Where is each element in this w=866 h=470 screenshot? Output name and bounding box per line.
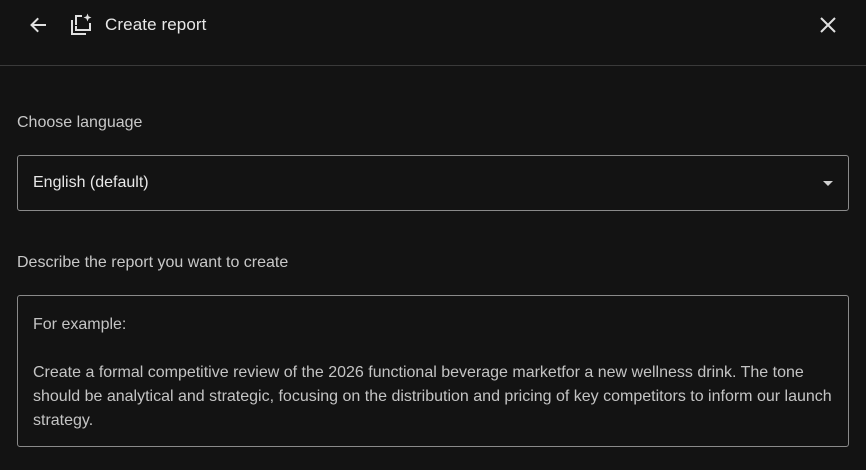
dialog-header: Create report	[0, 0, 866, 66]
create-report-dialog: Create report Choose language English (d…	[0, 0, 866, 470]
language-select[interactable]: English (default)	[17, 155, 849, 211]
language-label: Choose language	[17, 114, 143, 131]
note-stack-add-icon	[68, 12, 94, 38]
dialog-title: Create report	[105, 15, 207, 34]
placeholder-intro: For example:	[33, 316, 127, 333]
description-label: Describe the report you want to create	[17, 254, 289, 271]
report-description-input[interactable]: For example: Create a formal competitive…	[17, 295, 849, 447]
placeholder-example: Create a formal competitive review of th…	[33, 364, 832, 429]
back-button[interactable]	[24, 11, 52, 39]
language-selected-value: English (default)	[33, 174, 149, 191]
description-placeholder: For example: Create a formal competitive…	[33, 313, 833, 433]
arrow-left-icon	[30, 17, 46, 33]
close-icon	[820, 17, 836, 33]
close-button[interactable]	[814, 11, 842, 39]
caret-down-icon	[823, 181, 833, 186]
